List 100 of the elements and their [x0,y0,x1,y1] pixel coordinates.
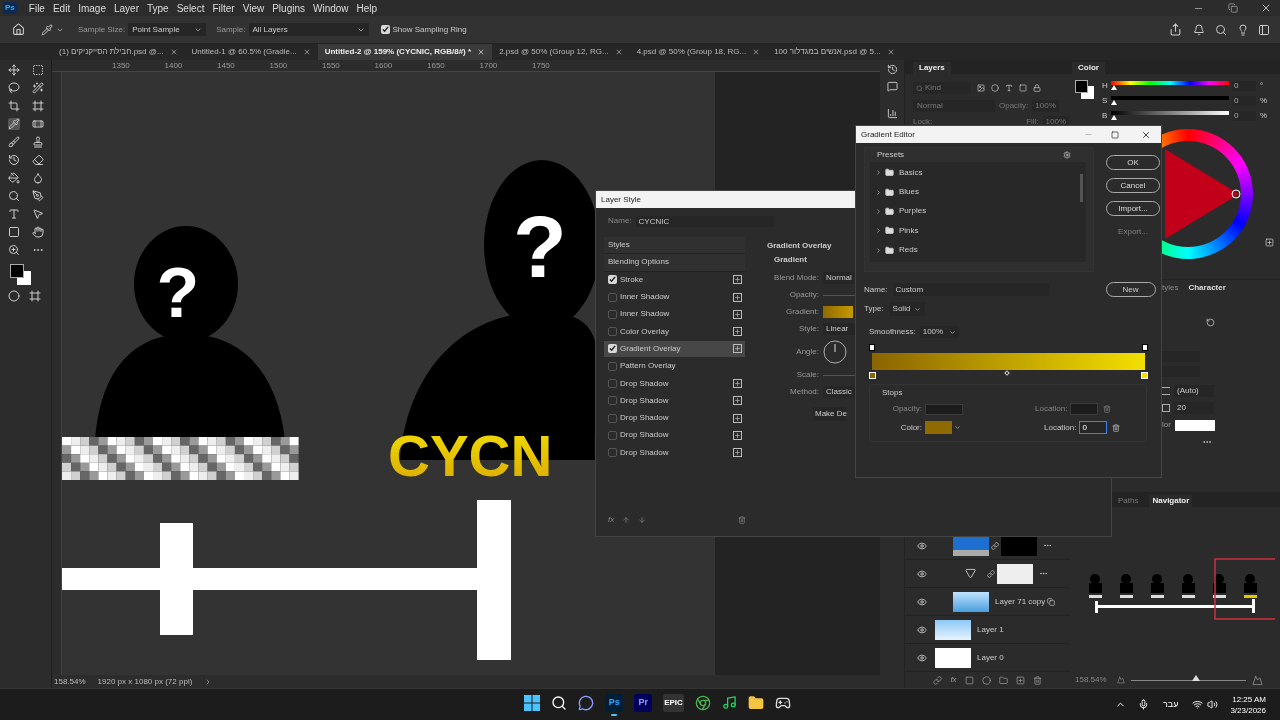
fx-button[interactable]: fx [950,674,957,686]
label: Name: [864,283,888,296]
document-size: 1920 px x 1080 px (72 ppi) [97,675,193,688]
ruler-label: 1700 [479,60,499,71]
style-row[interactable]: Pattern Overlay [604,358,745,376]
preset-folder[interactable]: Pinks [870,221,1086,241]
field-label: Opacity: [788,289,820,301]
layer-name: Layer 71 copy [995,595,1046,608]
style-row[interactable]: Drop Shadow [604,444,745,462]
taskbar-app[interactable]: Pr [634,693,653,712]
style-row[interactable]: Drop Shadow [604,409,745,428]
menu-item[interactable]: File [24,0,49,16]
menu-item[interactable]: Window [309,0,353,16]
field-label: Blend Mode: [773,272,820,284]
style-row[interactable]: Inner Shadow [604,288,745,307]
menu-item[interactable]: Plugins [268,0,309,16]
menu-item[interactable]: Layer [109,0,143,16]
select-field[interactable]: Classic [823,386,857,398]
style-header[interactable]: Styles [604,237,745,255]
sample-size-select[interactable]: Point Sample [128,23,207,36]
menu-item[interactable]: Type [142,0,173,16]
zoom-level: 158.54% [54,675,86,688]
menu-item[interactable]: Select [172,0,209,16]
question-mark: ? [156,254,200,332]
name-field[interactable]: CYCNIC [635,215,774,227]
style-row[interactable]: Drop Shadow [604,375,745,393]
label: Smoothness: [869,326,916,338]
section-title: Gradient Overlay [767,240,833,252]
smoothness-select[interactable]: 100% [919,326,960,338]
document-tab[interactable]: 4.psd @ 50% (Group 18, RG... [629,44,768,60]
menu-item[interactable]: Image [74,0,110,16]
slider-label: S [1102,94,1109,107]
canvas-title: CYCN [388,423,553,488]
label: Opacity: [891,403,923,415]
window-title: Layer Style [601,193,642,206]
unit-label: % [1260,94,1268,107]
layer-name: Layer 0 [977,651,1004,664]
preset-folder[interactable]: Basics [870,163,1086,183]
unit-label: ° [1260,79,1264,92]
panel-tab[interactable]: Navigator [1149,495,1193,507]
style-row[interactable]: Color Overlay [604,323,745,341]
document-tab[interactable]: Untitled-1 @ 60.5% (Gradie... [184,44,318,60]
taskbar-app[interactable]: EPIC [663,693,684,712]
taskbar-app[interactable]: Ps [605,693,624,712]
slider-label: H [1102,79,1109,92]
ruler-label: 1500 [269,60,289,71]
app-logo[interactable]: Ps [3,2,17,14]
style-row[interactable]: Stroke [604,271,745,289]
label: Sample Size: [78,23,126,36]
panel-tab[interactable]: Color [1072,62,1105,74]
value-field[interactable]: 0 [1232,95,1256,106]
ruler-label: 1750 [532,60,551,71]
value-field[interactable]: 0 [1232,110,1256,121]
language-indicator[interactable]: עבר [1163,697,1179,712]
preset-folder[interactable]: Reds [870,240,1086,260]
panel-tab[interactable]: tyles [1162,282,1179,294]
name-field[interactable]: Custom [892,283,1049,296]
field-label: Angle: [795,346,820,358]
fx-button[interactable]: fx [608,514,615,526]
zoom-field[interactable]: 158.54% [1075,674,1117,686]
document-tab[interactable]: Untitled-2 @ 159% (CYCNIC, RGB/8#) * [317,44,493,60]
preset-folder[interactable]: Purples [870,201,1086,222]
panel-tab[interactable]: Layers [913,62,951,74]
style-row[interactable]: Drop Shadow [604,427,745,445]
label: Opacity: [999,100,1029,112]
document-tab[interactable]: 2.psd @ 50% (Group 12, RG... [492,44,630,60]
leading-select[interactable]: (Auto) [1174,385,1214,397]
ruler-label: 1650 [427,60,446,71]
kind-filter[interactable]: Kind [913,82,971,94]
type-select[interactable]: Solid [888,302,926,316]
field-label: Style: [798,323,820,335]
select-field[interactable]: Linear [823,323,857,335]
document-tab[interactable]: 100 אנשים במגדלור.psd @ 5... [767,44,902,60]
ruler-label: 1400 [164,60,184,71]
style-row[interactable]: Drop Shadow [604,392,745,410]
ruler-label: 1600 [374,60,394,71]
sample-select[interactable]: All Layers [248,23,369,36]
panel-tab[interactable]: Character [1188,282,1226,294]
clock-date[interactable]: 3/23/2026 [1230,704,1266,716]
style-header[interactable]: Blending Options [604,254,745,272]
select-field[interactable]: Normal [823,272,857,284]
panel-tab[interactable]: Paths [1115,495,1142,507]
value-field[interactable]: 0 [1232,80,1256,91]
menu-item[interactable]: Edit [48,0,75,16]
ruler-label: 1550 [322,60,341,71]
tracking-select[interactable]: 20 [1174,402,1214,414]
ruler-label: 1450 [217,60,236,71]
menu-item[interactable]: Filter [208,0,239,16]
slider-label: B [1102,109,1109,122]
location-field[interactable]: 0 [1079,421,1108,434]
menu-item[interactable]: Help [352,0,382,16]
window-title: Gradient Editor [861,128,916,141]
document-tab[interactable]: חבילת הסייקניקים (1).psd @... [52,44,185,60]
menu-item[interactable]: View [238,0,269,16]
preset-folder[interactable]: Blues [870,182,1086,202]
style-row[interactable]: Inner Shadow [604,306,745,324]
label: Location: [1044,421,1077,434]
make-default-button[interactable]: Make De [813,407,846,421]
clock-time[interactable]: 12:25 AM [1232,693,1266,705]
label: Name: [608,215,632,227]
